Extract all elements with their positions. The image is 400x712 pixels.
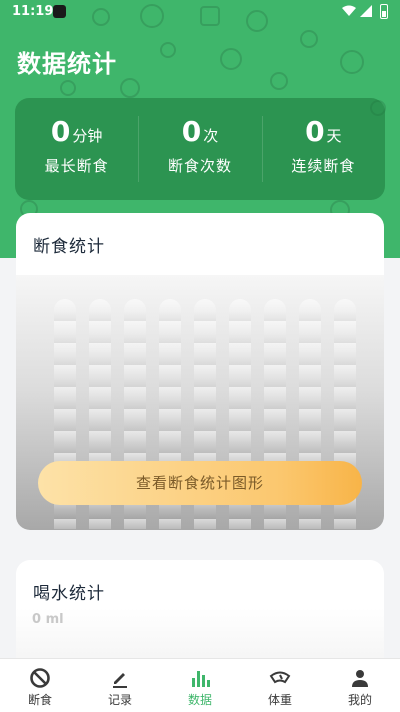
signal-icon [360,5,372,17]
food-doodle-icon [60,80,76,96]
food-doodle-icon [220,48,242,70]
wifi-icon [342,5,356,16]
fasting-stats-card: 断食统计 查看断食统计图形 [16,213,384,530]
nav-label: 体重 [267,693,292,707]
battery-icon [380,4,388,19]
scale-icon [269,671,291,684]
summary-unit: 次 [203,127,219,145]
status-bar: 11:19 [0,0,400,26]
nav-item-data[interactable]: 数据 [160,659,240,712]
summary-streak: 0天 连续断食 [261,98,385,200]
nav-item-fasting[interactable]: 断食 [0,659,80,712]
page-title: 数据统计 [17,50,117,78]
food-doodle-icon [300,30,318,48]
summary-value: 0 [50,115,71,148]
status-time: 11:19 [12,4,54,19]
summary-longest-fast: 0 分钟 最长断食 [15,98,138,200]
food-doodle-icon [340,50,364,74]
nav-label: 断食 [27,693,52,707]
nav-label: 记录 [107,693,132,707]
water-value: 0 ml [32,612,64,627]
summary-value: 0 [305,115,325,148]
nav-item-weight[interactable]: 体重 [240,659,320,712]
summary-value: 0 [181,115,202,148]
water-stats-title: 喝水统计 [33,584,105,604]
summary-unit: 天 [326,127,342,145]
notification-icon [53,5,66,18]
food-doodle-icon [120,78,140,98]
summary-label: 最长断食 [44,157,109,175]
pencil-icon [113,673,127,688]
no-symbol-icon [30,668,50,688]
view-fasting-chart-button[interactable]: 查看断食统计图形 [38,461,362,505]
nav-item-profile[interactable]: 我的 [320,659,400,712]
person-icon [352,670,368,687]
food-doodle-icon [160,42,176,58]
nav-item-records[interactable]: 记录 [80,659,160,712]
summary-unit: 分钟 [72,127,103,145]
summary-fast-count: 0次 断食次数 [138,98,261,200]
summary-label: 断食次数 [167,157,232,175]
food-doodle-icon [270,72,288,90]
summary-label: 连续断食 [291,157,356,175]
bar-chart-icon [192,671,210,687]
bottom-nav: 断食 记录 数据 体重 我的 [0,658,400,712]
fasting-stats-title: 断食统计 [33,237,105,257]
nav-label: 我的 [347,693,372,707]
summary-card: 0 分钟 最长断食 0次 断食次数 0天 连续断食 [15,98,385,200]
nav-label: 数据 [187,693,212,707]
